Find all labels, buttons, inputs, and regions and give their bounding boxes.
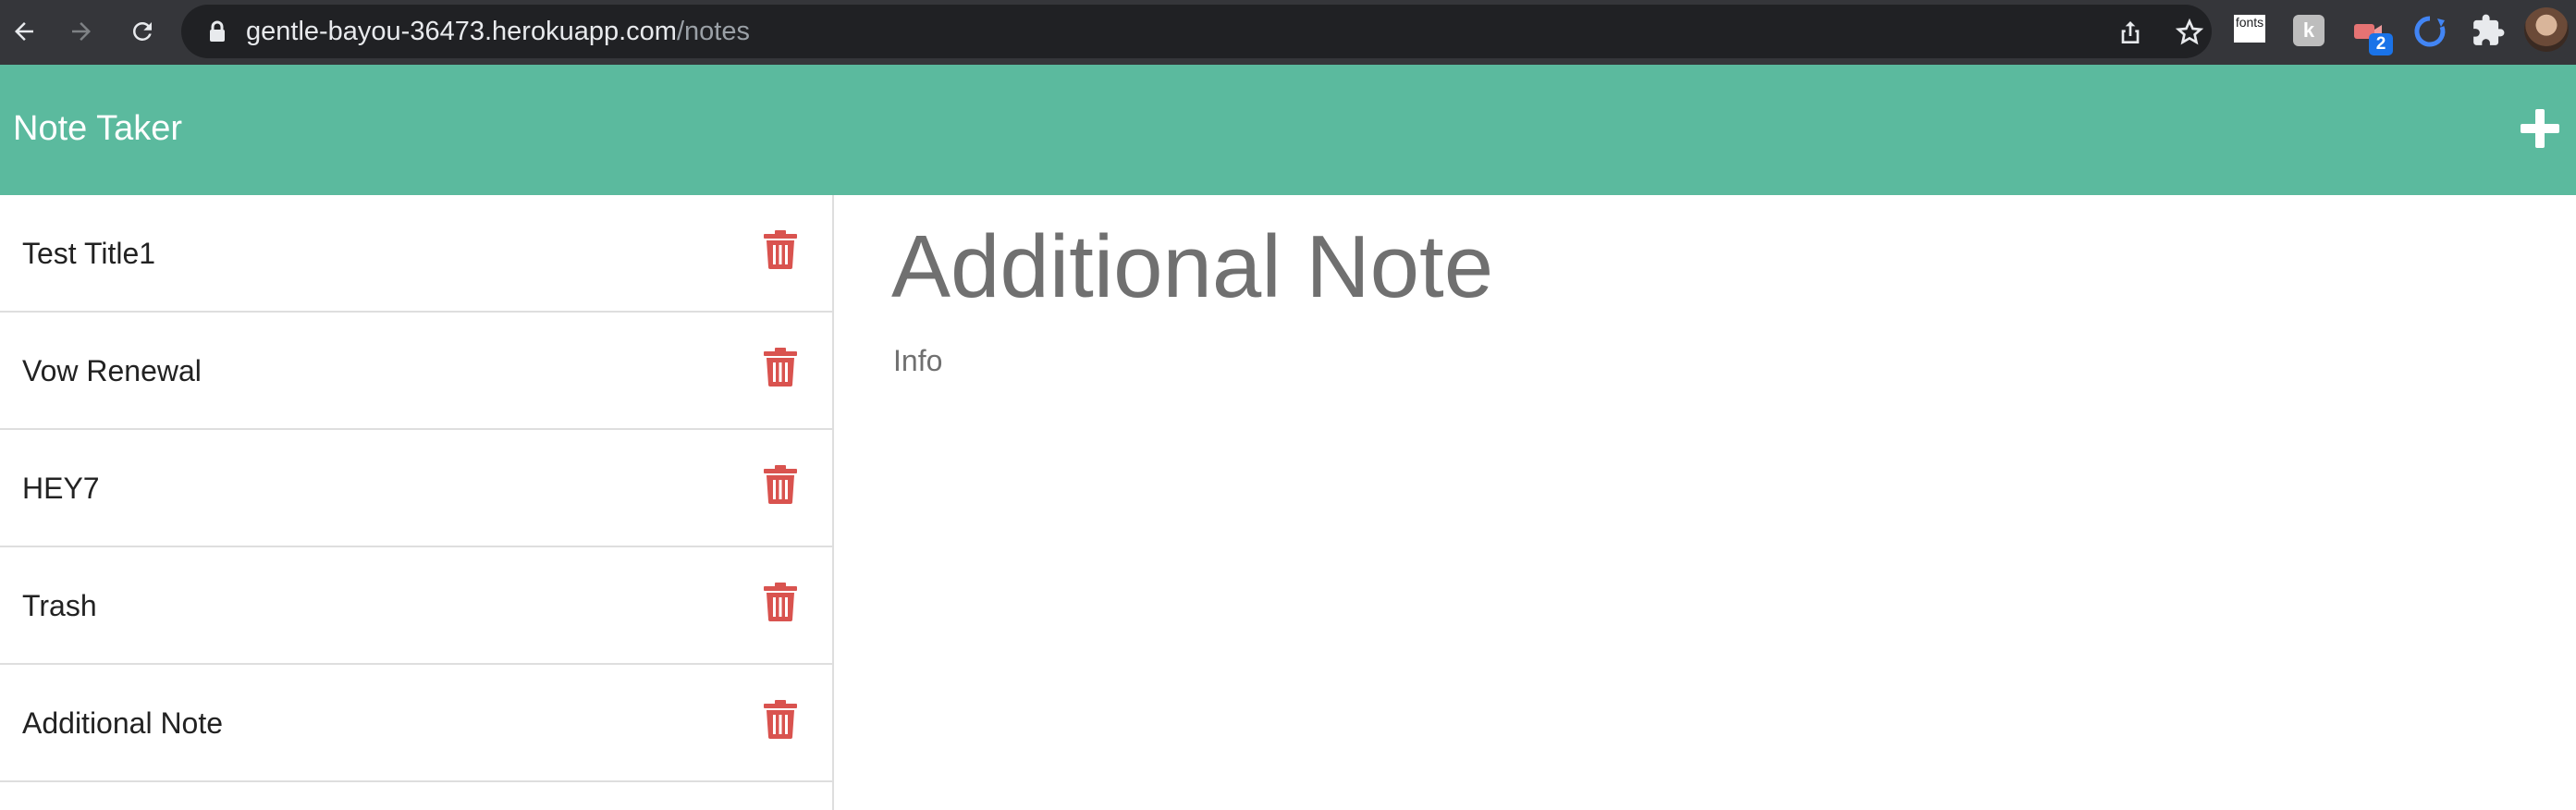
arrow-left-icon — [15, 22, 33, 41]
plus-icon — [2521, 109, 2559, 148]
trash-icon[interactable] — [764, 230, 797, 269]
list-item[interactable]: Test Title1 — [0, 195, 832, 313]
app-navbar: Note Taker — [0, 65, 2576, 195]
puzzle-icon — [2473, 14, 2505, 45]
list-item[interactable]: HEY7 — [0, 430, 832, 547]
url-text: gentle-bayou-36473.herokuapp.com/notes — [246, 17, 750, 46]
url-path: /notes — [676, 17, 750, 46]
extensions-button[interactable] — [2471, 13, 2506, 48]
extension-badge: 2 — [2369, 33, 2393, 55]
note-title: Trash — [22, 589, 97, 622]
trash-icon[interactable] — [764, 583, 797, 621]
app-title[interactable]: Note Taker — [13, 107, 182, 150]
sync-extension[interactable] — [2411, 13, 2448, 50]
note-title: Test Title1 — [22, 237, 156, 270]
profile-avatar[interactable] — [2524, 7, 2569, 52]
note-detail-text[interactable]: Info — [893, 342, 942, 379]
arrow-right-icon — [72, 22, 91, 41]
k-extension[interactable]: k — [2293, 15, 2325, 46]
forward-button[interactable] — [61, 11, 102, 52]
browser-toolbar: gentle-bayou-36473.herokuapp.com/notes f… — [0, 0, 2576, 65]
note-list: Test Title1 Vow Renewal HEY7 Trash Addit… — [0, 195, 834, 810]
list-item[interactable]: Trash — [0, 547, 832, 665]
share-button[interactable] — [2116, 18, 2145, 47]
fonts-extension[interactable]: fonts — [2234, 15, 2265, 43]
note-detail-title[interactable]: Additional Note — [891, 216, 1493, 318]
k-extension-label: k — [2302, 18, 2315, 42]
trash-icon[interactable] — [764, 348, 797, 387]
note-title: HEY7 — [22, 472, 100, 505]
trash-icon[interactable] — [764, 700, 797, 739]
note-title: Vow Renewal — [22, 354, 202, 387]
sync-icon — [2414, 16, 2446, 47]
bookmark-button[interactable] — [2175, 18, 2204, 47]
list-item[interactable]: Additional Note — [0, 665, 832, 782]
address-bar[interactable]: gentle-bayou-36473.herokuapp.com/notes — [181, 5, 2212, 58]
note-title: Additional Note — [22, 706, 224, 740]
lock-icon — [210, 20, 225, 42]
share-icon — [2121, 21, 2140, 43]
reload-button[interactable] — [122, 11, 163, 52]
star-icon — [2175, 18, 2204, 45]
fonts-extension-label: fonts — [2235, 15, 2264, 30]
trash-icon[interactable] — [764, 465, 797, 504]
reload-icon — [133, 22, 152, 41]
url-host: gentle-bayou-36473.herokuapp.com — [246, 17, 677, 46]
back-button[interactable] — [4, 11, 44, 52]
list-item[interactable]: Vow Renewal — [0, 313, 832, 430]
new-note-button[interactable] — [2519, 107, 2561, 150]
